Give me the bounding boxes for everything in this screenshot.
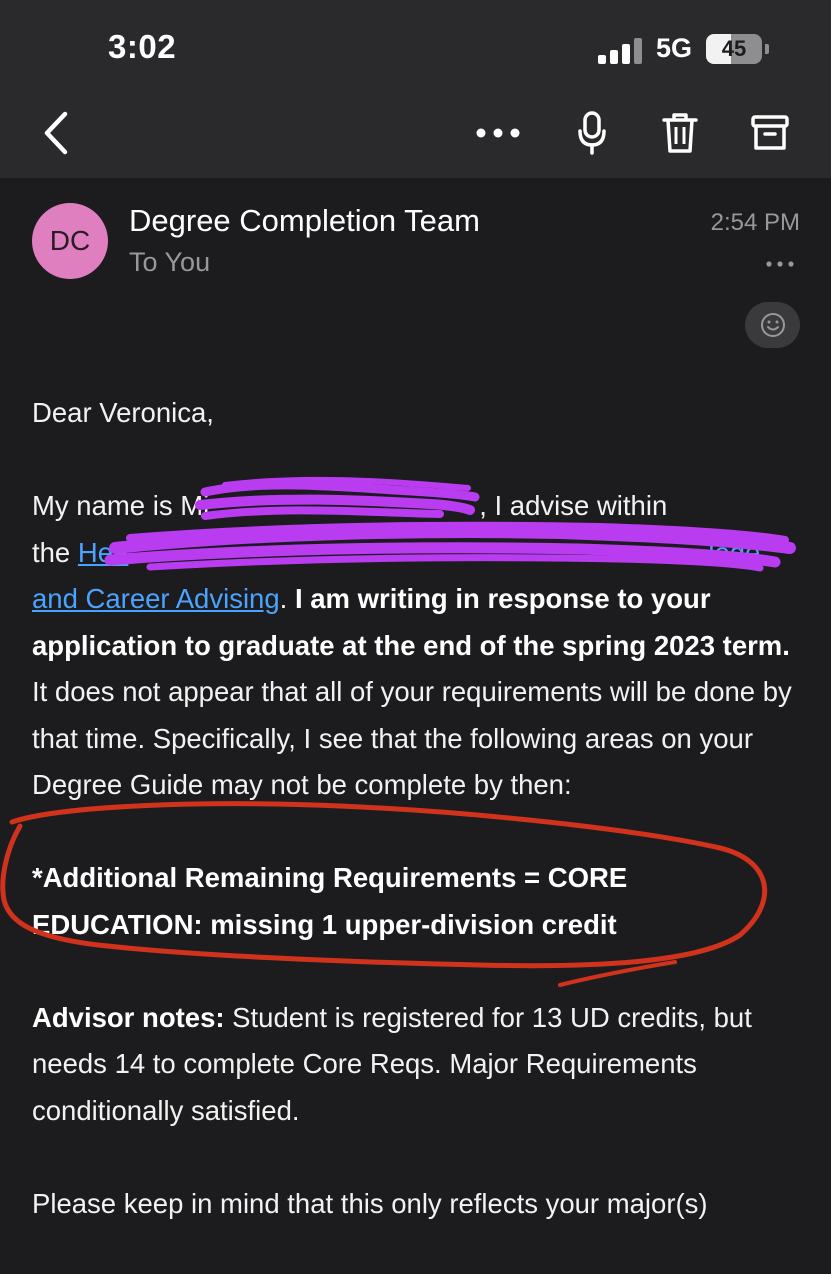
dictate-button[interactable] <box>572 108 612 158</box>
archive-button[interactable] <box>750 108 790 158</box>
intro-text-5: It does not appear that all of your requ… <box>32 676 792 800</box>
smiley-icon <box>760 313 785 337</box>
network-type: 5G <box>656 33 693 63</box>
more-button[interactable] <box>474 108 522 158</box>
battery-cap <box>765 44 769 54</box>
requirement-text: *Additional Remaining Requirements = COR… <box>32 862 628 940</box>
top-bar <box>0 0 831 178</box>
paragraph-intro: My name is Mi , I advise within the Hea leg… <box>32 483 802 809</box>
back-button[interactable] <box>36 108 76 158</box>
recipient-line[interactable]: To You <box>129 247 210 278</box>
advising-link[interactable]: and Career Advising <box>32 583 280 614</box>
battery-level: 45 <box>721 36 747 61</box>
cellular-signal-icon <box>598 38 642 64</box>
advisor-notes-label: Advisor notes: <box>32 1001 225 1033</box>
intro-text: My name is Mi <box>32 490 210 521</box>
greeting: Dear Veronica, <box>32 397 214 428</box>
advising-link-start[interactable]: Hea <box>78 537 128 568</box>
intro-text-2: , I advise within <box>479 490 668 521</box>
sender-avatar[interactable]: DC <box>32 203 108 279</box>
advisor-notes: Advisor notes: Student is registered for… <box>32 995 802 1135</box>
email-time: 2:54 PM <box>710 209 800 236</box>
battery-icon: 45 <box>706 34 762 64</box>
requirement-callout: *Additional Remaining Requirements = COR… <box>32 855 802 948</box>
more-icon <box>476 128 520 138</box>
archive-icon <box>751 115 789 150</box>
microphone-icon <box>578 111 606 155</box>
reaction-button[interactable] <box>745 302 800 348</box>
intro-text-3: the <box>32 536 78 568</box>
sender-name[interactable]: Degree Completion Team <box>129 203 480 239</box>
email-body: Dear Veronica, My name is Mi , I advise w… <box>32 390 802 1274</box>
trash-icon <box>662 113 698 153</box>
intro-text-4: . <box>279 583 295 614</box>
advising-link-end[interactable]: lege <box>708 537 760 568</box>
back-chevron-icon <box>44 111 68 155</box>
status-time: 3:02 <box>108 28 177 65</box>
closing-paragraph: Please keep in mind that this only refle… <box>32 1187 708 1219</box>
message-more-icon[interactable] <box>764 255 796 273</box>
delete-button[interactable] <box>660 108 700 158</box>
